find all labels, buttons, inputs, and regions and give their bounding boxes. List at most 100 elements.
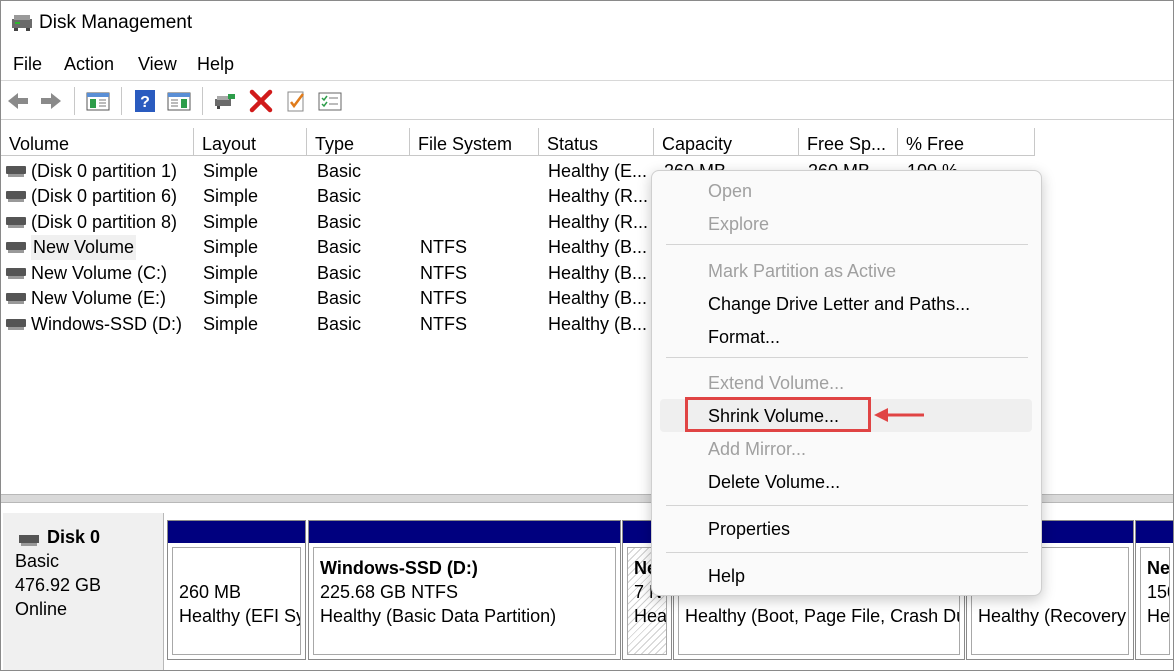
delete-x-icon[interactable] xyxy=(249,89,273,113)
volume-type: Basic xyxy=(317,186,362,206)
partition-name: Nev xyxy=(1147,558,1170,578)
volume-icon xyxy=(6,268,26,279)
disk-name: Disk 0 xyxy=(47,527,101,547)
back-arrow-icon[interactable] xyxy=(6,89,30,113)
svg-text:?: ? xyxy=(140,94,150,111)
annotation-arrow-icon xyxy=(874,408,924,422)
menu-separator xyxy=(666,505,1028,506)
column-layout[interactable]: Layout xyxy=(194,128,307,156)
volume-name: New Volume (E:) xyxy=(31,288,167,308)
help-icon[interactable]: ? xyxy=(133,89,157,113)
menu-item-extend-volume: Extend Volume... xyxy=(708,373,845,393)
partition-efi[interactable]: 260 MB Healthy (EFI Sy xyxy=(167,520,306,660)
volume-layout: Simple xyxy=(203,237,259,257)
volume-status: Healthy (E... xyxy=(548,161,648,181)
title-bar: Disk Management xyxy=(1,1,1173,45)
volume-icon xyxy=(6,217,26,228)
partition-status: Healthy (EFI Sy xyxy=(179,606,301,626)
menu-separator xyxy=(666,244,1028,245)
volume-type: Basic xyxy=(317,237,362,257)
properties-list-icon[interactable] xyxy=(318,89,342,113)
menu-file[interactable]: File xyxy=(13,54,42,75)
partition-size: 225.68 GB NTFS xyxy=(320,582,459,602)
volume-type: Basic xyxy=(317,314,362,334)
console-tree-icon[interactable] xyxy=(86,89,110,113)
column-file-system[interactable]: File System xyxy=(410,128,539,156)
partition-body: Windows-SSD (D:) 225.68 GB NTFS Healthy … xyxy=(313,547,616,655)
volume-icon xyxy=(6,293,26,304)
disk-info-panel[interactable]: Disk 0 Basic 476.92 GB Online xyxy=(3,513,164,670)
partition-body: 260 MB Healthy (EFI Sy xyxy=(172,547,301,655)
menu-item-help[interactable]: Help xyxy=(708,566,745,587)
disk-type: Basic xyxy=(15,551,60,571)
volume-file-system: NTFS xyxy=(420,314,467,334)
partition-status: Healthy (Recovery xyxy=(978,606,1127,626)
volume-name: Windows-SSD (D:) xyxy=(31,314,183,334)
volume-icon xyxy=(6,242,26,253)
menu-item-change-drive-letter[interactable]: Change Drive Letter and Paths... xyxy=(708,294,970,315)
context-menu: Open Explore Mark Partition as Active Ch… xyxy=(651,170,1042,596)
column-free-space[interactable]: Free Sp... xyxy=(799,128,898,156)
menu-view[interactable]: View xyxy=(138,54,177,75)
partition-bar xyxy=(309,521,620,543)
menu-item-format[interactable]: Format... xyxy=(708,327,780,348)
volume-type: Basic xyxy=(317,263,362,283)
volume-file-system: NTFS xyxy=(420,288,467,308)
volume-layout: Simple xyxy=(203,186,259,206)
volume-layout: Simple xyxy=(203,314,259,334)
disk-management-icon xyxy=(12,15,32,31)
toolbar-separator xyxy=(74,87,75,115)
volume-layout: Simple xyxy=(203,161,259,181)
volume-status: Healthy (R... xyxy=(548,212,649,232)
menu-item-open: Open xyxy=(708,181,753,201)
partition-bar xyxy=(168,521,305,543)
disk-icon xyxy=(19,535,39,546)
volume-icon xyxy=(6,319,26,330)
volume-name: (Disk 0 partition 8) xyxy=(31,212,178,232)
show-action-pane-icon[interactable] xyxy=(167,89,191,113)
menu-action[interactable]: Action xyxy=(64,54,114,75)
column-type[interactable]: Type xyxy=(307,128,410,156)
volume-name: New Volume xyxy=(31,235,137,260)
volume-layout: Simple xyxy=(203,263,259,283)
forward-arrow-icon[interactable] xyxy=(39,89,63,113)
partition-size: 260 MB xyxy=(179,582,242,602)
volume-name: (Disk 0 partition 1) xyxy=(31,161,178,181)
partition-e-drive[interactable]: Nev 150 Hea xyxy=(1135,520,1173,660)
toolbar-separator xyxy=(202,87,203,115)
menu-separator xyxy=(666,552,1028,553)
volume-status: Healthy (B... xyxy=(548,314,648,334)
partition-status: Hea xyxy=(1147,606,1170,626)
menu-item-properties[interactable]: Properties xyxy=(708,519,790,540)
column-capacity[interactable]: Capacity xyxy=(654,128,799,156)
menu-item-explore: Explore xyxy=(708,214,770,234)
column-status[interactable]: Status xyxy=(539,128,654,156)
partition-body: Nev 150 Hea xyxy=(1140,547,1170,655)
connect-drive-icon[interactable] xyxy=(213,89,237,113)
volume-layout: Simple xyxy=(203,288,259,308)
menu-item-mark-active: Mark Partition as Active xyxy=(708,261,897,281)
partition-bar xyxy=(1136,521,1173,543)
toolbar-separator xyxy=(121,87,122,115)
volume-status: Healthy (R... xyxy=(548,186,649,206)
volume-name: New Volume (C:) xyxy=(31,263,168,283)
menu-help[interactable]: Help xyxy=(197,54,234,75)
menu-item-delete-volume[interactable]: Delete Volume... xyxy=(708,472,840,493)
volume-file-system: NTFS xyxy=(420,237,467,257)
highlight-annotation-box xyxy=(685,397,871,432)
partition-windows-ssd[interactable]: Windows-SSD (D:) 225.68 GB NTFS Healthy … xyxy=(308,520,621,660)
volume-icon xyxy=(6,166,26,177)
menu-item-add-mirror: Add Mirror... xyxy=(708,439,807,459)
column-header-row: Volume Layout Type File System Status Ca… xyxy=(1,128,1173,156)
partition-size: 150 xyxy=(1147,582,1169,602)
check-document-icon[interactable] xyxy=(284,89,308,113)
volume-name: (Disk 0 partition 6) xyxy=(31,186,178,206)
column-volume[interactable]: Volume xyxy=(1,128,194,156)
volume-status: Healthy (B... xyxy=(548,263,648,283)
volume-file-system: NTFS xyxy=(420,263,467,283)
partition-status: Healthy (Basic Data Partition) xyxy=(320,606,557,626)
column-percent-free[interactable]: % Free xyxy=(898,128,1035,156)
partition-status: Hea xyxy=(634,606,667,626)
disk-size: 476.92 GB xyxy=(15,575,102,595)
partition-status: Healthy (Boot, Page File, Crash Du xyxy=(685,606,960,626)
